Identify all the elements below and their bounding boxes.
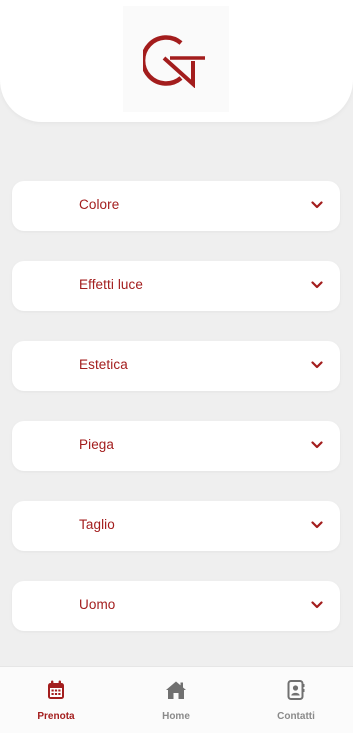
- bottom-nav: Prenota Home Contatti: [0, 666, 353, 733]
- brand-logo: [123, 6, 229, 112]
- nav-item-contatti[interactable]: Contatti: [251, 679, 341, 722]
- category-estetica[interactable]: Estetica: [12, 341, 340, 391]
- nav-label: Contatti: [277, 711, 315, 722]
- nav-label: Prenota: [37, 711, 75, 722]
- nav-label: Home: [162, 711, 190, 722]
- nav-item-prenota[interactable]: Prenota: [11, 679, 101, 722]
- app-header: [0, 0, 353, 122]
- category-uomo[interactable]: Uomo: [12, 581, 340, 631]
- calendar-icon: [48, 680, 64, 699]
- chevron-down-icon: [311, 281, 323, 289]
- category-taglio[interactable]: Taglio: [12, 501, 340, 551]
- category-label: Colore: [79, 197, 120, 212]
- chevron-down-icon: [311, 361, 323, 369]
- category-label: Piega: [79, 437, 115, 452]
- category-list: Colore Effetti luce Estetica Piega Tagli…: [12, 181, 340, 661]
- chevron-down-icon: [311, 441, 323, 449]
- category-label: Estetica: [79, 357, 128, 372]
- chevron-down-icon: [311, 521, 323, 529]
- category-label: Effetti luce: [79, 277, 143, 292]
- category-piega[interactable]: Piega: [12, 421, 340, 471]
- gn-monogram-logo-icon: [143, 35, 205, 88]
- category-label: Taglio: [79, 517, 115, 532]
- chevron-down-icon: [311, 201, 323, 209]
- category-colore[interactable]: Colore: [12, 181, 340, 231]
- category-effetti-luce[interactable]: Effetti luce: [12, 261, 340, 311]
- category-label: Uomo: [79, 597, 116, 612]
- chevron-down-icon: [311, 601, 323, 609]
- home-icon: [166, 681, 186, 699]
- nav-item-home[interactable]: Home: [131, 679, 221, 722]
- contact-book-icon: [287, 680, 305, 700]
